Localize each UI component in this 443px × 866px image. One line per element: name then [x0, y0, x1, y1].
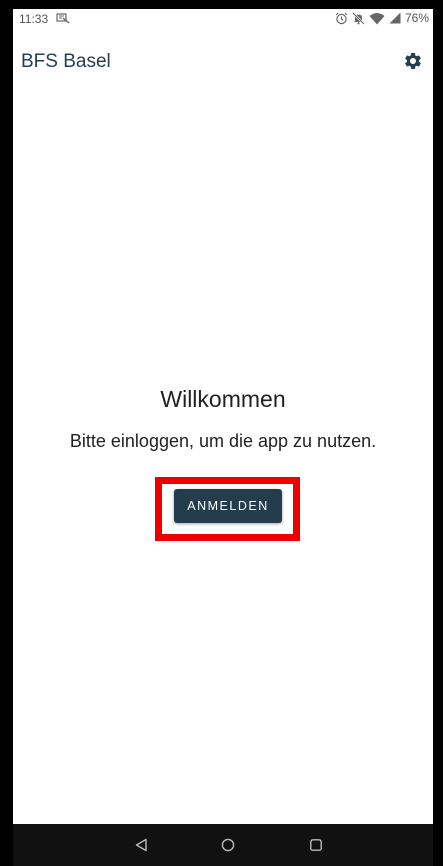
alarm-icon	[335, 12, 348, 24]
home-icon	[221, 838, 235, 852]
navigation-bar	[13, 824, 433, 866]
notification-icon	[56, 13, 70, 24]
welcome-subtitle: Bitte einloggen, um die app zu nutzen.	[69, 431, 377, 451]
gear-icon	[405, 52, 421, 69]
back-icon	[135, 838, 147, 852]
recents-icon	[310, 839, 322, 851]
wifi-icon	[369, 12, 385, 24]
recents-button[interactable]	[304, 834, 328, 856]
status-icons: 76%	[335, 11, 429, 25]
back-button[interactable]	[129, 834, 153, 856]
app-title: BFS Basel	[21, 51, 111, 72]
home-button[interactable]	[216, 834, 240, 856]
signal-icon	[389, 12, 401, 24]
app-screen: 11:33 76% BFS Basel Willkommen Bitte ein…	[13, 9, 433, 866]
settings-button[interactable]	[399, 47, 427, 75]
battery-level: 76%	[404, 11, 429, 25]
phone-frame: 11:33 76% BFS Basel Willkommen Bitte ein…	[0, 0, 443, 866]
login-button[interactable]: ANMELDEN	[174, 489, 282, 523]
status-time: 11:33	[19, 12, 49, 26]
welcome-title: Willkommen	[160, 386, 286, 412]
mute-icon	[352, 11, 365, 25]
status-bar: 11:33 76%	[13, 9, 433, 31]
app-bar: BFS Basel	[13, 31, 433, 91]
